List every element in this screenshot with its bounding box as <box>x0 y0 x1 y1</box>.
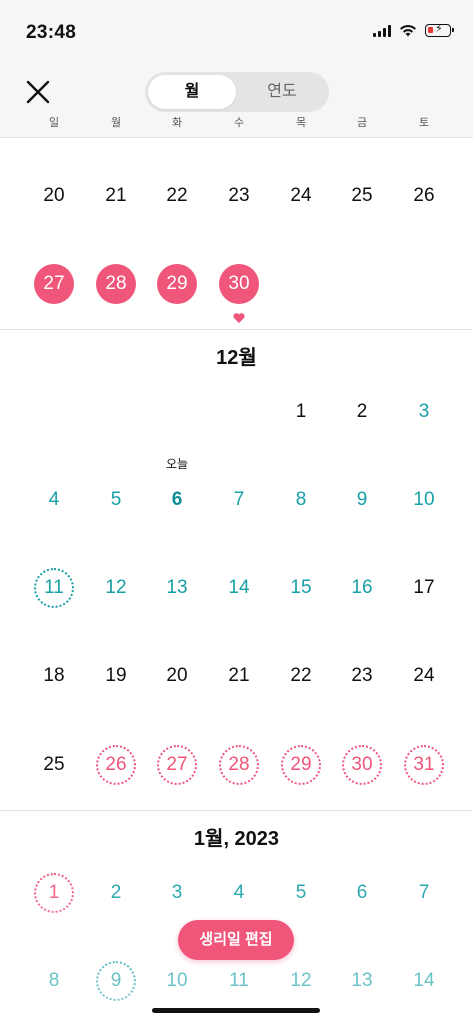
calendar-day[interactable]: 20 <box>33 175 75 217</box>
calendar-day[interactable]: 24 <box>403 655 445 697</box>
calendar-day[interactable]: 1 <box>280 391 322 433</box>
calendar-day[interactable]: 4 <box>218 872 260 914</box>
calendar-header: 월 연도 일월화수목금토 <box>0 64 473 138</box>
weekday-label: 수 <box>233 117 245 129</box>
tab-year[interactable]: 연도 <box>238 75 326 109</box>
calendar-day[interactable]: 25 <box>33 744 75 786</box>
calendar-day[interactable]: 12 <box>280 960 322 1002</box>
calendar-day[interactable]: 3 <box>156 872 198 914</box>
calendar-day[interactable]: 22 <box>156 175 198 217</box>
calendar-day[interactable]: 23 <box>341 655 383 697</box>
calendar-day[interactable]: 11 <box>218 960 260 1002</box>
calendar-scroll[interactable]: 20 21 22 23 24 25 26 27 28 29 30 12월 1 2 3 4 5 6 오늘 7 8 9 10 11… <box>0 139 473 1024</box>
weekday-label: 월 <box>110 117 122 129</box>
calendar-day[interactable]: 9 <box>341 479 383 521</box>
calendar-day[interactable]: 23 <box>218 175 260 217</box>
calendar-day[interactable]: 5 <box>95 479 137 521</box>
calendar-day[interactable]: 14 <box>218 567 260 609</box>
wifi-icon <box>400 24 416 37</box>
close-icon[interactable] <box>22 76 54 108</box>
today-label: 오늘 <box>165 457 189 471</box>
calendar-day-predicted-period[interactable]: 26 <box>96 745 136 785</box>
weekday-label: 토 <box>418 117 430 129</box>
calendar-day[interactable]: 18 <box>33 655 75 697</box>
month-title: 1월, 2023 <box>193 828 280 850</box>
cellular-signal-icon <box>373 24 391 37</box>
heart-icon <box>233 313 245 323</box>
view-segmented-control: 월 연도 <box>145 72 329 112</box>
calendar-day[interactable]: 13 <box>156 567 198 609</box>
calendar-day-ovulation[interactable]: 9 <box>96 961 136 1001</box>
battery-icon: ⚡ <box>425 23 454 37</box>
home-indicator <box>152 1008 320 1013</box>
calendar-day[interactable]: 10 <box>156 960 198 1002</box>
status-bar: 23:48 ⚡ <box>0 0 473 64</box>
calendar-day[interactable]: 26 <box>403 175 445 217</box>
calendar-day[interactable]: 16 <box>341 567 383 609</box>
calendar-day[interactable]: 21 <box>218 655 260 697</box>
calendar-day[interactable]: 19 <box>95 655 137 697</box>
calendar-day-predicted-period[interactable]: 30 <box>342 745 382 785</box>
calendar-day-predicted-period[interactable]: 28 <box>219 745 259 785</box>
weekday-label: 금 <box>356 117 368 129</box>
calendar-day-period[interactable]: 29 <box>157 264 197 304</box>
calendar-day-predicted-period[interactable]: 31 <box>404 745 444 785</box>
calendar-day-period[interactable]: 28 <box>96 264 136 304</box>
month-title: 12월 <box>216 347 257 369</box>
calendar-day[interactable]: 24 <box>280 175 322 217</box>
calendar-day[interactable]: 2 <box>95 872 137 914</box>
weekday-label: 일 <box>48 117 60 129</box>
calendar-day-ovulation[interactable]: 11 <box>34 568 74 608</box>
calendar-day[interactable]: 22 <box>280 655 322 697</box>
edit-period-button[interactable]: 생리일 편집 <box>178 920 294 960</box>
calendar-day[interactable]: 12 <box>95 567 137 609</box>
calendar-day[interactable]: 13 <box>341 960 383 1002</box>
calendar-day[interactable]: 15 <box>280 567 322 609</box>
status-icons: ⚡ <box>373 23 454 37</box>
calendar-day[interactable]: 5 <box>280 872 322 914</box>
calendar-day[interactable]: 14 <box>403 960 445 1002</box>
weekday-label: 화 <box>171 117 183 129</box>
calendar-day-period[interactable]: 27 <box>34 264 74 304</box>
month-divider <box>0 329 473 330</box>
calendar-day[interactable]: 6 <box>341 872 383 914</box>
calendar-day-period[interactable]: 30 <box>219 264 259 304</box>
calendar-day-predicted-period[interactable]: 29 <box>281 745 321 785</box>
calendar-day[interactable]: 7 <box>218 479 260 521</box>
calendar-day[interactable]: 21 <box>95 175 137 217</box>
calendar-day[interactable]: 25 <box>341 175 383 217</box>
month-divider <box>0 810 473 811</box>
calendar-day[interactable]: 10 <box>403 479 445 521</box>
calendar-day[interactable]: 3 <box>403 391 445 433</box>
calendar-day[interactable]: 4 <box>33 479 75 521</box>
weekday-label: 목 <box>295 117 307 129</box>
status-time: 23:48 <box>26 22 77 43</box>
calendar-day-predicted-period[interactable]: 27 <box>157 745 197 785</box>
calendar-day-predicted-period[interactable]: 1 <box>34 873 74 913</box>
calendar-day[interactable]: 8 <box>280 479 322 521</box>
calendar-day-today[interactable]: 6 <box>156 479 198 521</box>
calendar-day[interactable]: 7 <box>403 872 445 914</box>
calendar-day[interactable]: 20 <box>156 655 198 697</box>
tab-month[interactable]: 월 <box>148 75 236 109</box>
calendar-day[interactable]: 17 <box>403 567 445 609</box>
calendar-day[interactable]: 8 <box>33 960 75 1002</box>
calendar-day[interactable]: 2 <box>341 391 383 433</box>
